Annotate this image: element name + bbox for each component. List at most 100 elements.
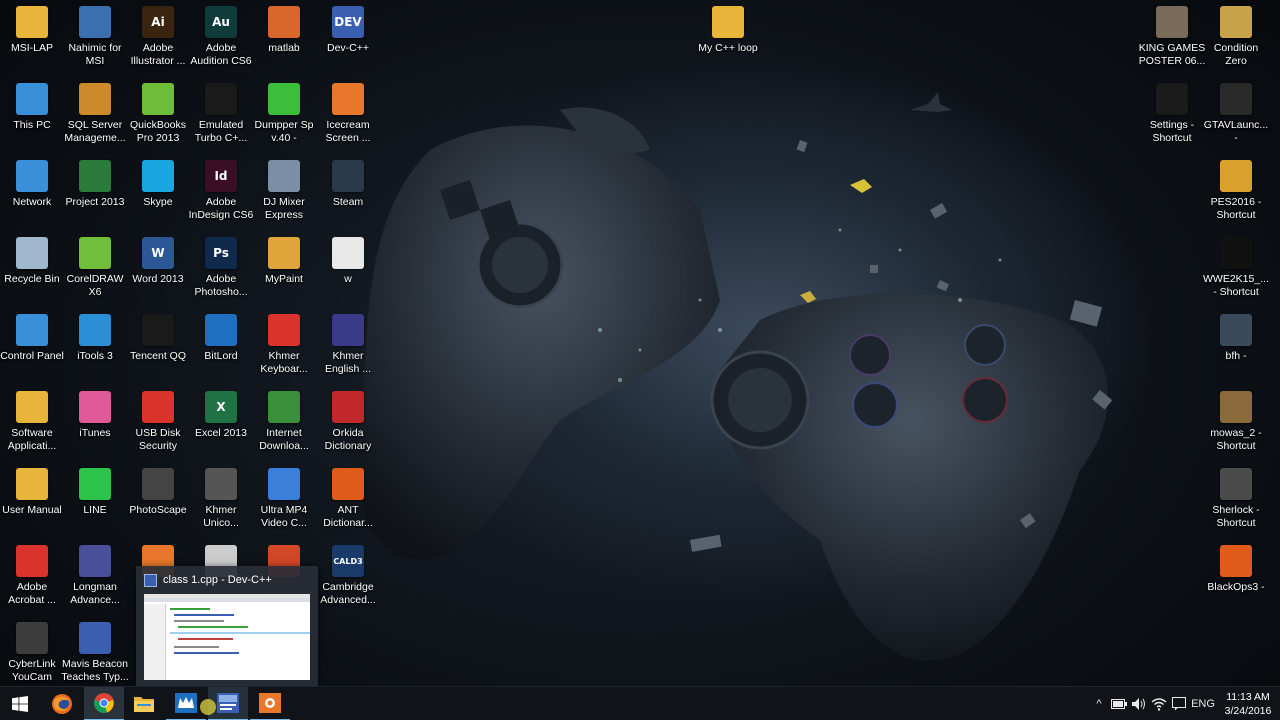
desktop-icon[interactable]: X Excel 2013 <box>189 385 253 462</box>
taskbar-thumbnail-preview[interactable]: class 1.cpp - Dev-C++ <box>136 566 318 686</box>
desktop-icon[interactable]: My C++ loop <box>696 0 760 77</box>
desktop-icon[interactable]: MSI-LAP <box>0 0 64 77</box>
desktop-icon[interactable]: PES2016 - Shortcut <box>1204 154 1268 231</box>
audition-icon: Au <box>205 6 237 38</box>
ant-dictionary-icon <box>332 468 364 500</box>
desktop-icon[interactable]: mowas_2 - Shortcut <box>1204 385 1268 462</box>
desktop-icon[interactable]: Adobe Acrobat ... <box>0 539 64 616</box>
desktop-icon[interactable]: BitLord <box>189 308 253 385</box>
desktop-icon[interactable]: Settings - Shortcut <box>1140 77 1204 154</box>
desktop-icon[interactable]: Condition Zero <box>1204 0 1268 77</box>
desktop-icon[interactable]: This PC <box>0 77 64 154</box>
desktop-icon[interactable]: SQL Server Manageme... <box>63 77 127 154</box>
desktop-icon-label: My C++ loop <box>698 42 758 54</box>
chrome-taskbar-button[interactable] <box>84 687 124 720</box>
desktop-icon[interactable]: iTunes <box>63 385 127 462</box>
desktop-icon[interactable]: Khmer English ... <box>316 308 380 385</box>
show-hidden-icons-chevron[interactable]: ^ <box>1092 687 1106 720</box>
desktop-icon[interactable]: Project 2013 <box>63 154 127 231</box>
desktop-icon[interactable]: Dumpper Sp v.40 - <box>252 77 316 154</box>
acrobat-icon <box>16 545 48 577</box>
desktop-icon[interactable]: WWE2K15_... - Shortcut <box>1203 231 1269 308</box>
desktop-icon[interactable]: CyberLink YouCam <box>0 616 64 693</box>
desktop-icon[interactable]: Network <box>0 154 64 231</box>
desktop-icon[interactable]: Mavis Beacon Teaches Typ... <box>61 616 129 693</box>
icecream-icon <box>259 693 281 713</box>
photoscape-icon <box>142 468 174 500</box>
desktop-icon[interactable]: KING GAMES POSTER 06... <box>1139 0 1205 77</box>
dev-cpp-icon: DEV <box>332 6 364 38</box>
dev-cpp-icon <box>144 574 157 587</box>
desktop-icon[interactable]: User Manual <box>0 462 64 539</box>
file-explorer-taskbar-button[interactable] <box>124 687 164 720</box>
webcam-icon <box>16 622 48 654</box>
battery-icon[interactable] <box>1110 687 1128 720</box>
desktop-icon[interactable]: Icecream Screen ... <box>316 77 380 154</box>
desktop-icon-label: mowas_2 - Shortcut <box>1210 427 1262 452</box>
preview-thumbnail[interactable] <box>144 594 310 680</box>
desktop-icon[interactable]: Tencent QQ <box>126 308 190 385</box>
desktop-icon[interactable]: Khmer Unico... <box>189 462 253 539</box>
desktop-icon-label: Longman Advance... <box>70 581 120 606</box>
desktop-icon[interactable]: DEV Dev-C++ <box>316 0 380 77</box>
desktop-icon[interactable]: PhotoScape <box>126 462 190 539</box>
desktop-icon[interactable]: Recycle Bin <box>0 231 64 308</box>
qq-icon <box>142 314 174 346</box>
idm-icon <box>268 391 300 423</box>
desktop-icon[interactable]: Longman Advance... <box>63 539 127 616</box>
desktop-icon[interactable]: ANT Dictionar... <box>316 462 380 539</box>
nahimic-icon <box>79 6 111 38</box>
desktop-icon[interactable]: Nahimic for MSI <box>63 0 127 77</box>
video-converter-icon <box>268 468 300 500</box>
desktop-icon[interactable]: QuickBooks Pro 2013 <box>126 77 190 154</box>
desktop-icon[interactable]: Au Adobe Audition CS6 <box>189 0 253 77</box>
desktop-icon[interactable]: MyPaint <box>252 231 316 308</box>
mypaint-icon <box>268 237 300 269</box>
line-icon <box>79 468 111 500</box>
desktop-icon[interactable]: W Word 2013 <box>126 231 190 308</box>
language-indicator[interactable]: ENG <box>1190 687 1216 720</box>
desktop-icon[interactable]: CALD3 Cambridge Advanced... <box>316 539 380 616</box>
desktop-icon[interactable]: Control Panel <box>0 308 64 385</box>
mouse-cursor <box>200 699 216 715</box>
folder-icon <box>16 468 48 500</box>
cambridge-icon: CALD3 <box>332 545 364 577</box>
volume-icon[interactable] <box>1130 687 1148 720</box>
desktop-icon[interactable]: Ai Adobe Illustrator ... <box>126 0 190 77</box>
desktop-icon[interactable]: Emulated Turbo C+... <box>189 77 253 154</box>
desktop-icon[interactable]: CorelDRAW X6 <box>63 231 127 308</box>
desktop-icon[interactable]: Orkida Dictionary <box>316 385 380 462</box>
action-center-icon[interactable] <box>1170 687 1188 720</box>
desktop-icon[interactable]: matlab <box>252 0 316 77</box>
system-clock[interactable]: 11:13 AM 3/24/2016 <box>1218 690 1278 718</box>
desktop-icon[interactable]: Skype <box>126 154 190 231</box>
desktop-icon[interactable]: Software Applicati... <box>0 385 64 462</box>
wifi-icon[interactable] <box>1150 687 1168 720</box>
desktop-icon-label: w <box>344 273 352 285</box>
control-panel-icon <box>16 314 48 346</box>
desktop-icon[interactable]: Ultra MP4 Video C... <box>252 462 316 539</box>
folder-icon <box>134 697 154 712</box>
longman-icon <box>79 545 111 577</box>
start-button[interactable] <box>0 687 40 720</box>
preview-title: class 1.cpp - Dev-C++ <box>163 574 272 586</box>
desktop-icon-label: Khmer English ... <box>324 350 372 375</box>
desktop-icon[interactable]: DJ Mixer Express <box>252 154 316 231</box>
dj-mixer-icon <box>268 160 300 192</box>
desktop-icon[interactable]: GTAVLaunc... - <box>1204 77 1268 154</box>
pes-icon <box>1220 160 1252 192</box>
desktop-icon[interactable]: w <box>316 231 380 308</box>
desktop-icon[interactable]: Khmer Keyboar... <box>252 308 316 385</box>
icecream-taskbar-button[interactable] <box>250 687 290 720</box>
desktop-icon[interactable]: BlackOps3 - <box>1204 539 1268 616</box>
desktop-icon[interactable]: LINE <box>63 462 127 539</box>
desktop-icon[interactable]: USB Disk Security <box>126 385 190 462</box>
firefox-taskbar-button[interactable] <box>42 687 82 720</box>
desktop-icon[interactable]: iTools 3 <box>63 308 127 385</box>
desktop-icon[interactable]: Sherlock - Shortcut <box>1204 462 1268 539</box>
desktop-icon[interactable]: Internet Downloa... <box>252 385 316 462</box>
desktop-icon[interactable]: bfh - <box>1204 308 1268 385</box>
desktop-icon[interactable]: Steam <box>316 154 380 231</box>
desktop-icon[interactable]: Id Adobe InDesign CS6 <box>189 154 253 231</box>
desktop-icon[interactable]: Ps Adobe Photosho... <box>189 231 253 308</box>
